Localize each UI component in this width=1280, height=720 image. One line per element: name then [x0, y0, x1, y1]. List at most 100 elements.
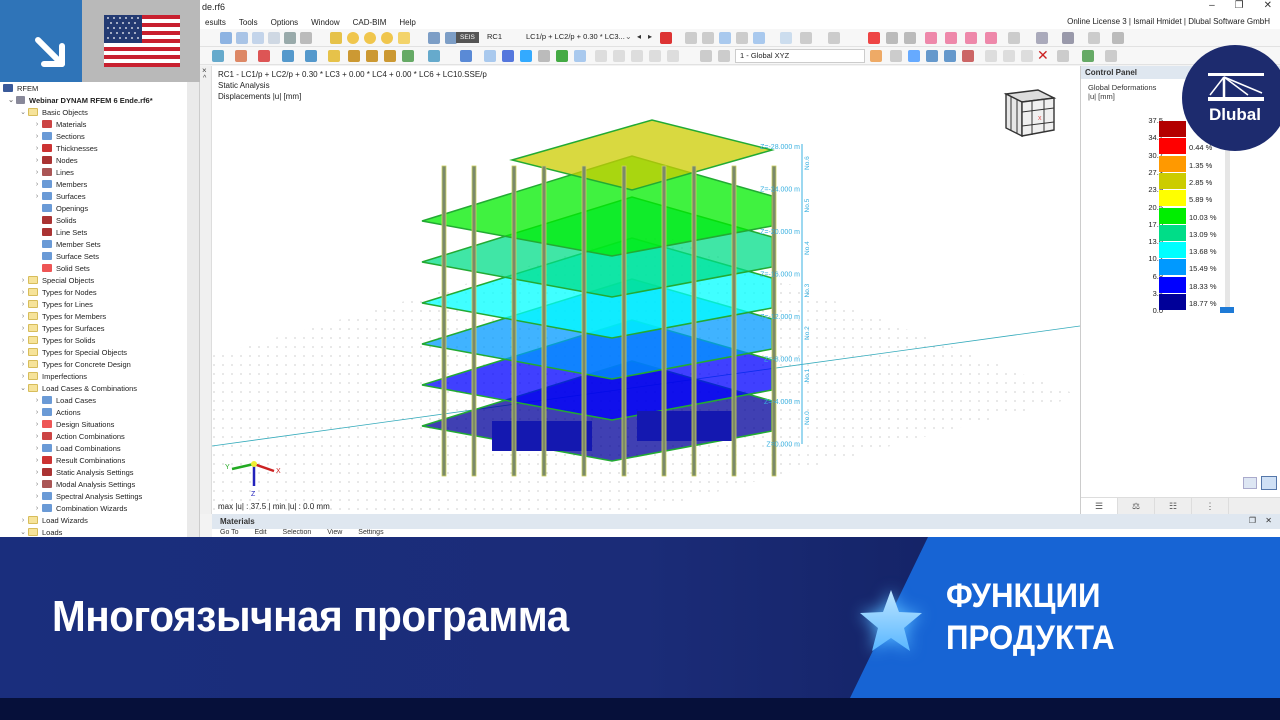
- filter-x-icon[interactable]: [660, 32, 672, 44]
- box-icon[interactable]: [904, 32, 916, 44]
- member-icon[interactable]: [235, 50, 247, 62]
- snap-icon[interactable]: [908, 50, 920, 62]
- tree-item[interactable]: Surface Sets: [32, 250, 99, 262]
- chevron-right-icon[interactable]: ›: [18, 325, 28, 332]
- minimize-button[interactable]: –: [1209, 0, 1215, 11]
- support-icon[interactable]: [702, 32, 714, 44]
- navigation-cube[interactable]: x: [998, 80, 1060, 142]
- chevron-right-icon[interactable]: ›: [32, 457, 42, 464]
- surface-icon[interactable]: [258, 50, 270, 62]
- tree-item[interactable]: › Thicknesses: [32, 142, 98, 154]
- results-icon[interactable]: [347, 32, 359, 44]
- restore-button[interactable]: ❐: [1235, 0, 1244, 11]
- legend-toggle-button[interactable]: [1261, 476, 1277, 490]
- chevron-right-icon[interactable]: ›: [32, 409, 42, 416]
- line-results-icon[interactable]: [574, 50, 586, 62]
- grid-icon[interactable]: [800, 32, 812, 44]
- building-icon[interactable]: [753, 32, 765, 44]
- view-icon[interactable]: [220, 32, 232, 44]
- deformation-icon[interactable]: [484, 50, 496, 62]
- tree-item[interactable]: › Types for Solids: [18, 334, 96, 346]
- tree-item[interactable]: › Types for Members: [18, 310, 106, 322]
- tree-item[interactable]: › Types for Concrete Design: [18, 358, 131, 370]
- tab-list[interactable]: ☷: [1155, 498, 1192, 514]
- panel-settings-button[interactable]: [1243, 477, 1257, 489]
- line-icon[interactable]: [1062, 32, 1074, 44]
- tree-item[interactable]: › Types for Special Objects: [18, 346, 127, 358]
- combination-select[interactable]: LC1/p + LC2/p + 0.30 * LC3...: [522, 31, 634, 45]
- tree-item[interactable]: ⌄ Loads: [18, 526, 62, 537]
- tree-item[interactable]: › Load Wizards: [18, 514, 88, 526]
- menu-results[interactable]: esults: [200, 18, 234, 27]
- tree-item[interactable]: Solids: [32, 214, 76, 226]
- reaction-icon[interactable]: [556, 50, 568, 62]
- tree-item[interactable]: › Nodes: [32, 154, 78, 166]
- chevron-right-icon[interactable]: ›: [32, 445, 42, 452]
- chevron-right-icon[interactable]: ›: [32, 169, 42, 176]
- section-icon[interactable]: [667, 50, 679, 62]
- misc-icon[interactable]: [1003, 50, 1015, 62]
- coordinate-system-select[interactable]: 1 - Global XYZ: [735, 49, 865, 63]
- tree-item[interactable]: › Modal Analysis Settings: [32, 478, 135, 490]
- menu-selection[interactable]: Selection: [283, 529, 312, 536]
- chevron-right-icon[interactable]: ›: [18, 337, 28, 344]
- tree-item[interactable]: › Design Situations: [32, 418, 115, 430]
- generate-icon[interactable]: [428, 50, 440, 62]
- tree-item[interactable]: ⌄ Basic Objects: [18, 106, 88, 118]
- rotate-icon[interactable]: [962, 50, 974, 62]
- tree-item[interactable]: › Action Combinations: [32, 430, 125, 442]
- tab-legend[interactable]: ☰: [1081, 498, 1118, 514]
- search-icon[interactable]: [381, 32, 393, 44]
- tree-item[interactable]: › Actions: [32, 406, 81, 418]
- view-x-icon[interactable]: [925, 32, 937, 44]
- section-icon[interactable]: [613, 50, 625, 62]
- tree-item[interactable]: › Result Combinations: [32, 454, 125, 466]
- chevron-down-icon[interactable]: ⌄: [625, 32, 632, 41]
- tree-root[interactable]: RFEM: [3, 82, 38, 94]
- misc-icon[interactable]: [985, 50, 997, 62]
- tree-item[interactable]: Member Sets: [32, 238, 101, 250]
- tree-item[interactable]: › Sections: [32, 130, 85, 142]
- console-icon[interactable]: [268, 32, 280, 44]
- camera-icon[interactable]: [1057, 50, 1069, 62]
- chevron-right-icon[interactable]: ›: [32, 469, 42, 476]
- sum-icon[interactable]: [700, 50, 712, 62]
- grid-icon[interactable]: [828, 32, 840, 44]
- layer-icon[interactable]: [1036, 32, 1048, 44]
- menu-tools[interactable]: Tools: [234, 18, 266, 27]
- member-axis-icon[interactable]: [1105, 50, 1117, 62]
- chevron-right-icon[interactable]: ›: [32, 493, 42, 500]
- tree-item[interactable]: › Types for Surfaces: [18, 322, 105, 334]
- collapse-icon[interactable]: ^: [200, 75, 211, 82]
- tree-item[interactable]: › Materials: [32, 118, 87, 130]
- misc-icon[interactable]: [1112, 32, 1124, 44]
- navigator-scrollbar[interactable]: [187, 82, 199, 537]
- next-arrow-icon[interactable]: ▸: [648, 32, 652, 41]
- support-icon[interactable]: [736, 32, 748, 44]
- diagram-icon[interactable]: [502, 50, 514, 62]
- tree-item[interactable]: Openings: [32, 202, 88, 214]
- report-icon[interactable]: [398, 32, 410, 44]
- chevron-right-icon[interactable]: ›: [18, 301, 28, 308]
- legend-slider-track[interactable]: [1225, 126, 1230, 311]
- close-icon[interactable]: ✕: [1265, 516, 1272, 525]
- tab-members[interactable]: ⋮: [1192, 498, 1229, 514]
- wizard-icon[interactable]: [402, 50, 414, 62]
- 3d-viewport[interactable]: Z=-28.000 m No.6 Z=-24.000 m No.5 Z=-20.000 …: [212, 66, 1080, 514]
- chevron-right-icon[interactable]: ›: [32, 433, 42, 440]
- prev-arrow-icon[interactable]: ◂: [637, 32, 641, 41]
- chevron-right-icon[interactable]: ›: [18, 313, 28, 320]
- chevron-right-icon[interactable]: ›: [32, 121, 42, 128]
- chevron-down-icon[interactable]: ⌄: [6, 96, 16, 104]
- chevron-right-icon[interactable]: ›: [18, 361, 28, 368]
- axes-icon[interactable]: [870, 50, 882, 62]
- chevron-right-icon[interactable]: ›: [32, 481, 42, 488]
- chevron-right-icon[interactable]: ›: [18, 289, 28, 296]
- tree-item[interactable]: › Types for Lines: [18, 298, 93, 310]
- tree-item[interactable]: › Types for Nodes: [18, 286, 97, 298]
- tree-item[interactable]: ⌄ Load Cases & Combinations: [18, 382, 137, 394]
- node-icon[interactable]: [212, 50, 224, 62]
- edit-icon[interactable]: [718, 50, 730, 62]
- chevron-down-icon[interactable]: ⌄: [18, 108, 28, 116]
- load-icon[interactable]: [348, 50, 360, 62]
